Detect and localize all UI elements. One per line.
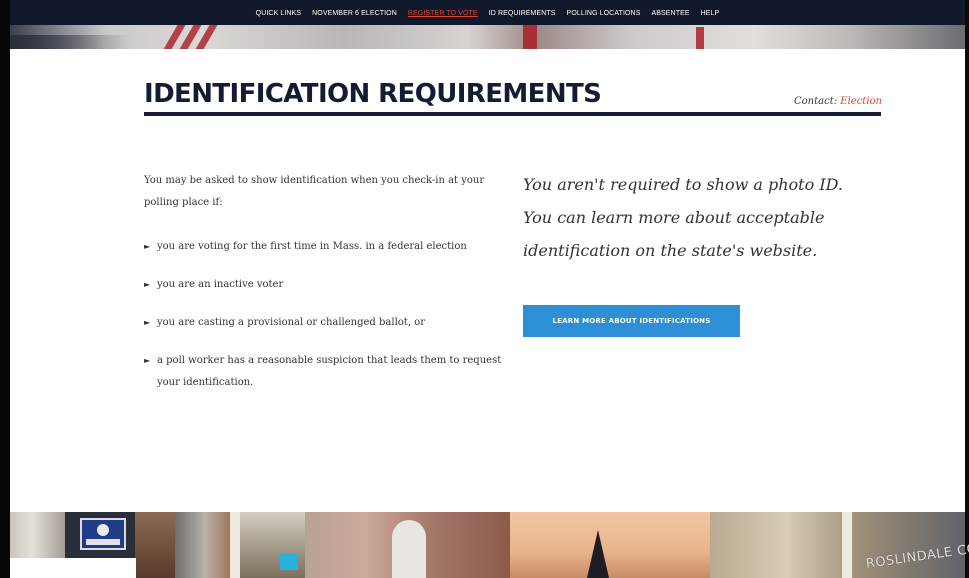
nav-absentee[interactable]: ABSENTEE	[651, 10, 689, 17]
nav-register-to-vote[interactable]: REGISTER TO VOTE	[408, 10, 478, 17]
nav-polling-locations[interactable]: POLLING LOCATIONS	[567, 10, 641, 17]
footer-overlay-box	[10, 558, 136, 578]
triangle-bullet-icon: ►	[144, 242, 151, 251]
poster-band	[86, 539, 120, 545]
column-image	[230, 512, 240, 578]
list-item: ► you are casting a provisional or chall…	[144, 312, 504, 334]
hero-shadow	[10, 35, 130, 49]
nav-november-6-election[interactable]: NOVEMBER 6 ELECTION	[312, 10, 397, 17]
photo-tile	[510, 512, 710, 578]
flag-detail	[696, 27, 704, 49]
list-item: ► you are voting for the first time in M…	[144, 236, 504, 258]
learn-more-identifications-button[interactable]: LEARN MORE ABOUT IDENTIFICATIONS	[523, 305, 740, 337]
contact-line: Contact: Election	[794, 96, 882, 107]
intro-text: You may be asked to show identification …	[144, 175, 485, 208]
contact-election-link[interactable]: Election	[840, 96, 882, 107]
photo-tile	[175, 512, 235, 578]
footer-photo-strip	[10, 512, 965, 578]
list-item-text: you are voting for the first time in Mas…	[157, 241, 467, 252]
photo-id-callout: You aren't required to show a photo ID. …	[523, 175, 843, 260]
requirements-list: ► you are voting for the first time in M…	[144, 236, 504, 394]
photo-tile	[135, 512, 175, 578]
blue-sign-image	[280, 554, 298, 570]
seal-icon	[97, 524, 109, 536]
election-poster-image	[80, 518, 126, 550]
arched-door-image	[392, 520, 426, 578]
left-frame	[0, 0, 10, 578]
column-image	[842, 512, 852, 578]
triangle-bullet-icon: ►	[144, 280, 151, 289]
flag-detail	[523, 25, 537, 49]
list-item-text: you are an inactive voter	[157, 279, 284, 290]
top-navigation: QUICK LINKS NOVEMBER 6 ELECTION REGISTER…	[10, 0, 965, 25]
obelisk-silhouette	[587, 530, 609, 578]
triangle-bullet-icon: ►	[144, 356, 151, 365]
triangle-bullet-icon: ►	[144, 318, 151, 327]
photo-tile	[710, 512, 965, 578]
list-item-text: you are casting a provisional or challen…	[157, 317, 425, 328]
list-item: ► you are an inactive voter	[144, 274, 504, 296]
nav-help[interactable]: HELP	[701, 10, 720, 17]
list-item: ► a poll worker has a reasonable suspici…	[144, 350, 504, 394]
list-item-text: a poll worker has a reasonable suspicion…	[157, 355, 502, 388]
nav-id-requirements[interactable]: ID REQUIREMENTS	[489, 10, 556, 17]
title-divider	[144, 112, 881, 116]
right-frame	[965, 0, 969, 578]
page-title: IDENTIFICATION REQUIREMENTS	[144, 79, 602, 109]
nav-quick-links[interactable]: QUICK LINKS	[256, 10, 301, 17]
contact-label: Contact:	[794, 96, 838, 107]
hero-image-strip	[10, 25, 965, 49]
